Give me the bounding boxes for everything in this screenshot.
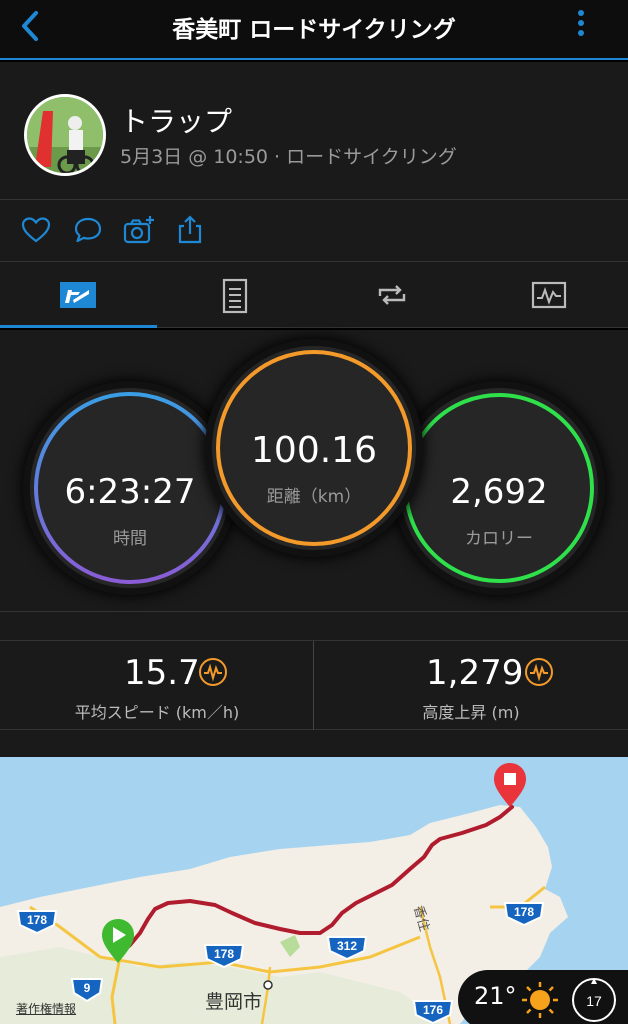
elevation-metric[interactable]: 1,279 高度上昇 (m) (314, 641, 628, 731)
sun-icon (522, 982, 558, 1018)
add-photo-button[interactable] (122, 214, 154, 246)
avatar[interactable] (24, 94, 106, 176)
like-button[interactable] (20, 214, 52, 246)
avg-speed-label: 平均スピード (km／h) (74, 703, 240, 722)
overview-icon (60, 282, 96, 308)
road-label: 178 (514, 905, 534, 919)
camera-add-icon (123, 216, 154, 244)
activity-tabs (0, 262, 628, 328)
pulse-icon (525, 658, 553, 686)
app-header: 香美町 ロードサイクリング (0, 0, 628, 60)
road-label: 178 (214, 947, 234, 961)
distance-value: 100.16 (251, 430, 377, 471)
back-button[interactable] (14, 8, 50, 44)
spacer (0, 612, 628, 640)
action-bar (0, 200, 628, 262)
copyright-link[interactable]: 著作権情報 (16, 1000, 76, 1017)
page-title: 香美町 ロードサイクリング (172, 17, 456, 43)
activity-owner: トラップ 5月3日 @ 10:50 · ロードサイクリング (0, 62, 628, 200)
tab-laps[interactable] (314, 262, 471, 328)
laps-icon (378, 285, 406, 305)
share-button[interactable] (174, 214, 206, 246)
activity-meta: 5月3日 @ 10:50 · ロードサイクリング (120, 146, 457, 168)
more-menu-button[interactable] (574, 10, 588, 44)
calories-label: カロリー (465, 529, 533, 549)
calories-value: 2,692 (450, 472, 548, 512)
route-map[interactable]: 178 178 178 312 9 176 香住 豊岡市 著作権情報 21° 1… (0, 757, 628, 1024)
more-vertical-icon (578, 10, 584, 16)
distance-stat: 100.16 距離（km） (212, 346, 416, 550)
elevation-label: 高度上昇 (m) (422, 703, 520, 722)
calories-stat: 2,692 カロリー (400, 388, 598, 588)
wind-speed: 17 (586, 993, 602, 1009)
summary-stats: 6:23:27 時間 2,692 カロリー 100.16 距離（km） (0, 330, 628, 612)
road-label: 9 (84, 981, 91, 995)
chevron-left-icon (22, 11, 38, 41)
share-icon (178, 215, 202, 244)
time-value: 6:23:27 (64, 472, 196, 512)
road-label: 312 (337, 939, 357, 953)
comment-button[interactable] (72, 214, 104, 246)
city-dot (263, 980, 273, 990)
tab-overview[interactable] (0, 262, 157, 328)
details-icon (222, 278, 248, 314)
pulse-icon (199, 658, 227, 686)
heart-icon (21, 217, 51, 243)
spacer (0, 730, 628, 757)
avg-speed-value: 15.7 (124, 653, 200, 693)
road-label: 178 (27, 913, 47, 927)
temperature: 21° (474, 982, 517, 1010)
tab-charts[interactable] (471, 262, 628, 328)
avg-speed-metric[interactable]: 15.7 平均スピード (km／h) (0, 641, 314, 731)
distance-label: 距離（km） (266, 487, 362, 507)
city-label: 豊岡市 (205, 991, 263, 1013)
charts-icon (531, 281, 567, 309)
road-label: 176 (423, 1003, 443, 1017)
comment-icon (74, 217, 102, 243)
elevation-value: 1,279 (426, 653, 524, 693)
weather-widget[interactable]: 21° 17 (458, 970, 628, 1024)
key-metrics: 15.7 平均スピード (km／h) 1,279 高度上昇 (m) (0, 640, 628, 731)
user-name[interactable]: トラップ (120, 100, 232, 140)
time-label: 時間 (113, 529, 147, 549)
time-stat: 6:23:27 時間 (30, 388, 230, 588)
wind-icon: 17 (572, 978, 616, 1022)
tab-details[interactable] (157, 262, 314, 328)
